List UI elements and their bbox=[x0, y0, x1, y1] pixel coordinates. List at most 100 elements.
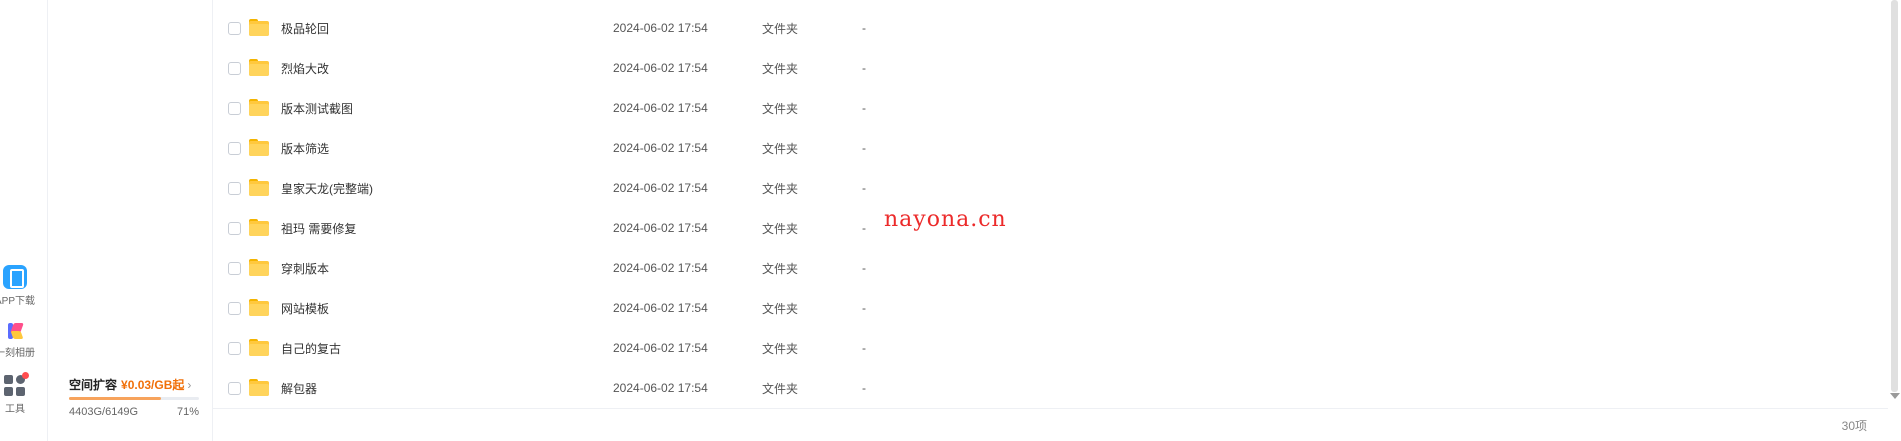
file-size: - bbox=[862, 381, 866, 395]
file-name[interactable]: 穿刺版本 bbox=[281, 260, 329, 277]
side-panel: 空间扩容 ¥0.03/GB起 › 4403G/6149G 71% bbox=[49, 0, 211, 441]
rail-item-album[interactable]: 一刻相册 bbox=[0, 321, 35, 359]
file-row[interactable]: 网站模板 2024-06-02 17:54 文件夹 - bbox=[213, 288, 1881, 328]
rail-item-app-download[interactable]: APP下载 bbox=[0, 265, 35, 307]
quota-used: 4403G/6149G bbox=[69, 406, 139, 418]
file-date: 2024-06-02 17:54 bbox=[613, 141, 708, 155]
row-checkbox[interactable] bbox=[228, 141, 241, 155]
file-size: - bbox=[862, 101, 866, 115]
file-type: 文件夹 bbox=[762, 341, 799, 356]
row-checkbox[interactable] bbox=[228, 61, 241, 75]
file-row[interactable]: 极品轮回 2024-06-02 17:54 文件夹 - bbox=[213, 8, 1881, 48]
file-type: 文件夹 bbox=[762, 261, 799, 276]
folder-icon bbox=[249, 379, 269, 396]
folder-icon bbox=[249, 179, 269, 196]
folder-icon bbox=[249, 339, 269, 356]
file-name[interactable]: 版本筛选 bbox=[281, 140, 329, 157]
file-type: 文件夹 bbox=[762, 221, 799, 236]
storage-quota[interactable]: 空间扩容 ¥0.03/GB起 › 4403G/6149G 71% bbox=[69, 376, 209, 418]
file-type: 文件夹 bbox=[762, 21, 799, 36]
file-date: 2024-06-02 17:54 bbox=[613, 381, 708, 395]
file-date: 2024-06-02 17:54 bbox=[613, 221, 708, 235]
file-name[interactable]: 皇家天龙(完整端) bbox=[281, 180, 373, 197]
file-name[interactable]: 烈焰大改 bbox=[281, 60, 329, 77]
folder-icon bbox=[249, 219, 269, 236]
notification-dot bbox=[22, 372, 29, 379]
file-type: 文件夹 bbox=[762, 181, 799, 196]
left-icon-rail: APP下载 一刻相册 工具 bbox=[0, 0, 48, 441]
file-size: - bbox=[862, 181, 866, 195]
row-checkbox[interactable] bbox=[228, 261, 241, 275]
scrollbar-thumb[interactable] bbox=[1891, 0, 1898, 392]
file-date: 2024-06-02 17:54 bbox=[613, 101, 708, 115]
file-date: 2024-06-02 17:54 bbox=[613, 181, 708, 195]
folder-icon bbox=[249, 99, 269, 116]
folder-icon bbox=[249, 139, 269, 156]
file-name[interactable]: 极品轮回 bbox=[281, 20, 329, 37]
row-checkbox[interactable] bbox=[228, 181, 241, 195]
file-name[interactable]: 版本测试截图 bbox=[281, 100, 353, 117]
file-list-area: 极品轮回 2024-06-02 17:54 文件夹 - 烈焰大改 2024-06-02 1… bbox=[212, 0, 1891, 441]
file-row[interactable]: 皇家天龙(完整端) 2024-06-02 17:54 文件夹 - bbox=[213, 168, 1881, 208]
file-date: 2024-06-02 17:54 bbox=[613, 261, 708, 275]
row-checkbox[interactable] bbox=[228, 101, 241, 115]
file-size: - bbox=[862, 141, 866, 155]
quota-percent: 71% bbox=[176, 406, 199, 418]
quota-progress-fill bbox=[69, 397, 162, 400]
folder-icon bbox=[249, 19, 269, 36]
file-size: - bbox=[862, 61, 866, 75]
quota-title: 空间扩容 bbox=[69, 378, 118, 392]
item-count: 30项 bbox=[1841, 419, 1867, 433]
file-size: - bbox=[862, 341, 866, 355]
file-list: 极品轮回 2024-06-02 17:54 文件夹 - 烈焰大改 2024-06-02 1… bbox=[213, 8, 1881, 408]
scroll-down-arrow-icon[interactable] bbox=[1890, 393, 1900, 399]
file-row[interactable]: 版本筛选 2024-06-02 17:54 文件夹 - bbox=[213, 128, 1881, 168]
row-checkbox[interactable] bbox=[228, 221, 241, 235]
file-size: - bbox=[862, 301, 866, 315]
chevron-right-icon: › bbox=[187, 377, 192, 392]
file-row[interactable]: 版本测试截图 2024-06-02 17:54 文件夹 - bbox=[213, 88, 1881, 128]
watermark-text: nayona.cn bbox=[884, 207, 1007, 232]
file-row[interactable]: 祖玛 需要修复 2024-06-02 17:54 文件夹 - bbox=[213, 208, 1881, 248]
row-checkbox[interactable] bbox=[228, 381, 241, 395]
file-date: 2024-06-02 17:54 bbox=[613, 61, 708, 75]
row-checkbox[interactable] bbox=[228, 341, 241, 355]
file-name[interactable]: 网站模板 bbox=[281, 300, 329, 317]
rail-item-label: 工具 bbox=[5, 404, 25, 415]
file-type: 文件夹 bbox=[762, 381, 799, 396]
file-type: 文件夹 bbox=[762, 101, 799, 116]
file-row[interactable]: 烈焰大改 2024-06-02 17:54 文件夹 - bbox=[213, 48, 1881, 88]
file-size: - bbox=[862, 21, 866, 35]
row-checkbox[interactable] bbox=[228, 21, 241, 35]
folder-icon bbox=[249, 259, 269, 276]
album-icon bbox=[5, 321, 25, 341]
file-row[interactable]: 自己的复古 2024-06-02 17:54 文件夹 - bbox=[213, 328, 1881, 368]
file-row[interactable]: 穿刺版本 2024-06-02 17:54 文件夹 - bbox=[213, 248, 1881, 288]
file-manager-window: APP下载 一刻相册 工具 空间扩容 ¥0.03/GB起 › bbox=[0, 0, 1901, 441]
row-checkbox[interactable] bbox=[228, 301, 241, 315]
folder-icon bbox=[249, 299, 269, 316]
file-date: 2024-06-02 17:54 bbox=[613, 341, 708, 355]
file-row[interactable]: 解包器 2024-06-02 17:54 文件夹 - bbox=[213, 368, 1881, 408]
file-name[interactable]: 解包器 bbox=[281, 380, 317, 397]
rail-item-label: APP下载 bbox=[0, 296, 36, 307]
rail-item-label: 一刻相册 bbox=[0, 348, 35, 359]
file-type: 文件夹 bbox=[762, 61, 799, 76]
file-date: 2024-06-02 17:54 bbox=[613, 301, 708, 315]
phone-icon bbox=[3, 265, 27, 289]
file-size: - bbox=[862, 261, 866, 275]
file-size: - bbox=[862, 221, 866, 235]
folder-icon bbox=[249, 59, 269, 76]
rail-item-tools[interactable]: 工具 bbox=[0, 372, 30, 415]
file-type: 文件夹 bbox=[762, 141, 799, 156]
list-footer: 30项 bbox=[213, 408, 1891, 441]
quota-progress-bar bbox=[69, 397, 199, 400]
file-name[interactable]: 祖玛 需要修复 bbox=[281, 220, 356, 237]
quota-price: ¥0.03/GB起 bbox=[121, 378, 185, 392]
file-type: 文件夹 bbox=[762, 301, 799, 316]
tools-grid-icon bbox=[4, 372, 29, 397]
file-name[interactable]: 自己的复古 bbox=[281, 340, 341, 357]
quota-upgrade-link[interactable]: 空间扩容 ¥0.03/GB起 › bbox=[69, 376, 209, 393]
file-date: 2024-06-02 17:54 bbox=[613, 21, 708, 35]
vertical-scrollbar[interactable] bbox=[1888, 0, 1901, 410]
